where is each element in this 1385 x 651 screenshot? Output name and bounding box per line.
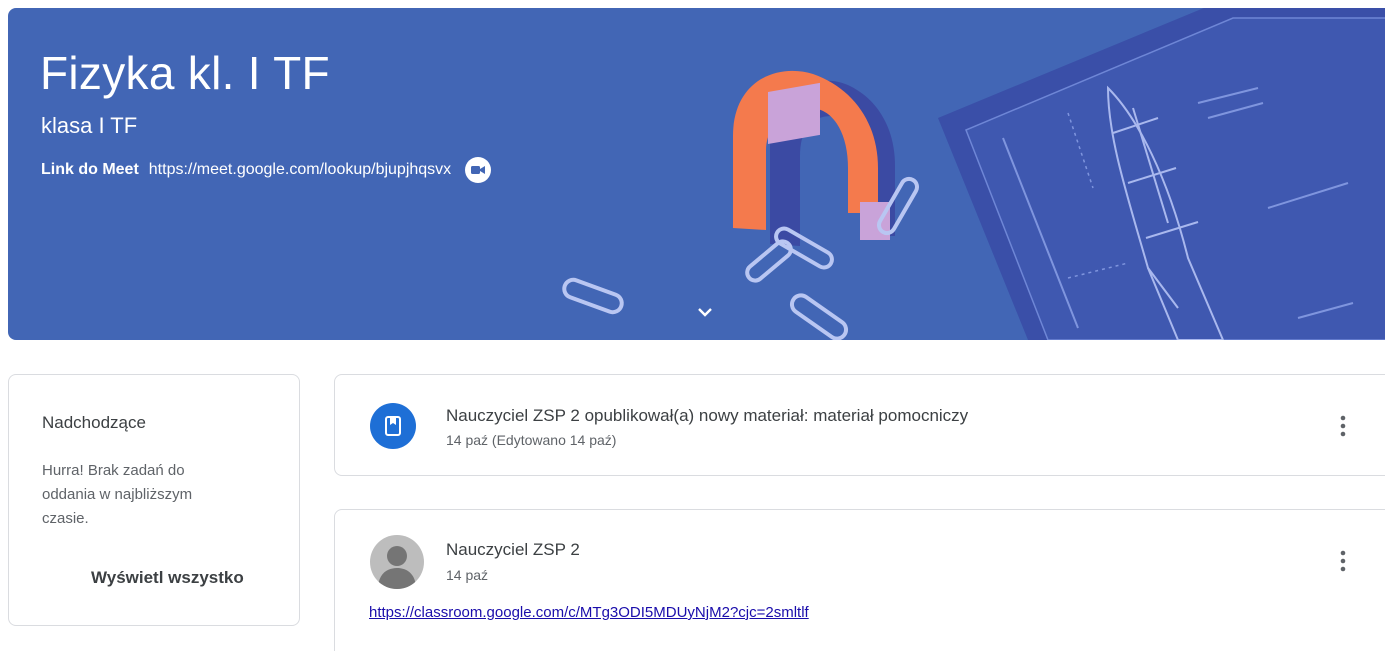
meet-link-label: Link do Meet	[41, 161, 139, 178]
post-link[interactable]: https://classroom.google.com/c/MTg3ODI5M…	[369, 604, 809, 621]
meet-link-url[interactable]: https://meet.google.com/lookup/bjupjhqsv…	[149, 159, 451, 181]
post-date: 14 paź (Edytowano 14 paź)	[446, 432, 617, 448]
material-icon	[370, 403, 416, 449]
post-date: 14 paź	[446, 567, 489, 583]
avatar-icon	[370, 535, 424, 589]
stream-post-announcement: Nauczyciel ZSP 2 14 paź https://classroo…	[334, 509, 1385, 651]
class-section: klasa I TF	[41, 113, 138, 138]
upcoming-empty-text: Hurra! Brak zadań do oddania w najbliższ…	[42, 462, 193, 527]
more-vert-icon[interactable]	[1331, 546, 1355, 576]
upcoming-title: Nadchodzące	[42, 413, 146, 432]
view-all-button[interactable]: Wyświetl wszystko	[91, 568, 244, 588]
stream-post-material[interactable]: Nauczyciel ZSP 2 opublikował(a) nowy mat…	[334, 374, 1385, 476]
post-title[interactable]: Nauczyciel ZSP 2 opublikował(a) nowy mat…	[446, 406, 968, 426]
class-banner: Fizyka kl. I TF klasa I TF Link do Meet …	[8, 8, 1385, 340]
magnet-illustration	[733, 70, 895, 246]
class-title: Fizyka kl. I TF	[40, 47, 330, 99]
meet-link-row: Link do Meet https://meet.google.com/loo…	[41, 157, 492, 183]
video-camera-icon[interactable]	[465, 157, 492, 183]
more-vert-icon[interactable]	[1331, 411, 1355, 441]
blueprint-sheet-illustration	[938, 8, 1385, 340]
chevron-down-icon[interactable]	[691, 298, 719, 326]
upcoming-card: Nadchodzące Hurra! Brak zadań do oddania…	[8, 374, 300, 626]
post-author: Nauczyciel ZSP 2	[446, 540, 580, 559]
